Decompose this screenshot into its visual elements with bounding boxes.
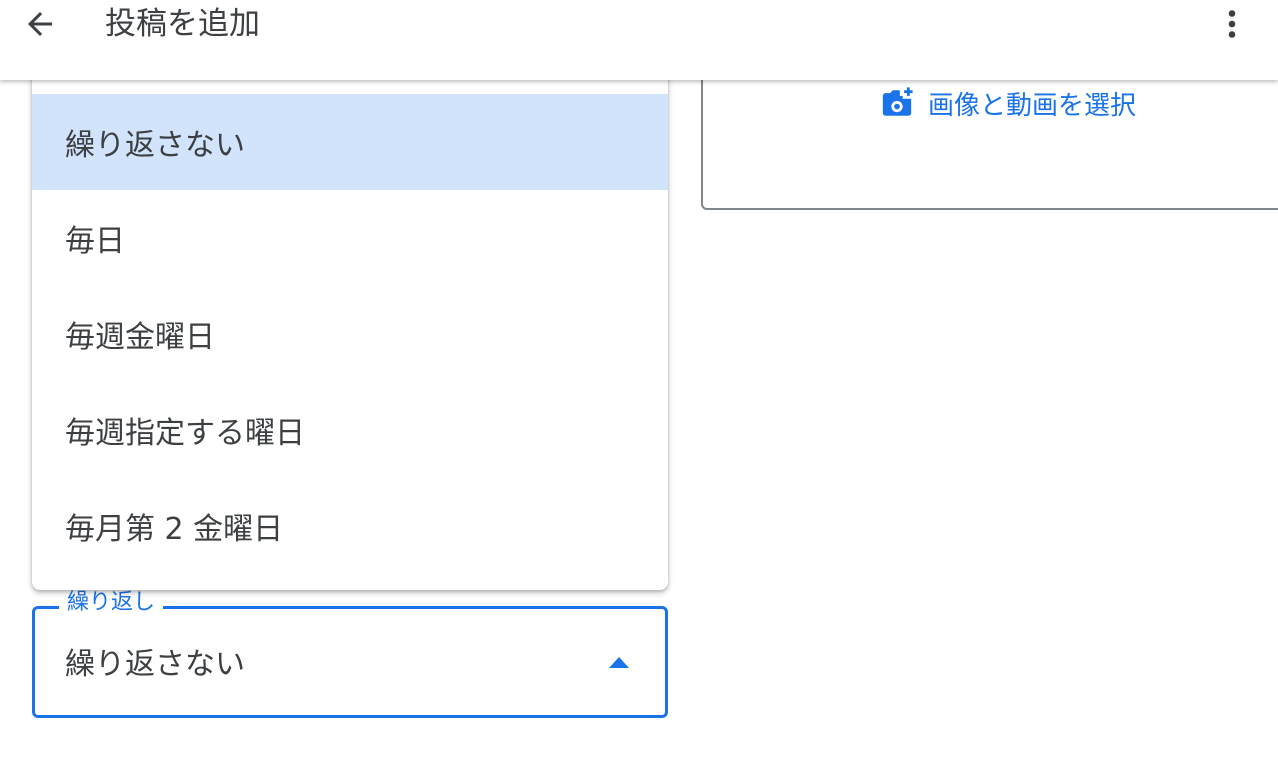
option-weekly-friday[interactable]: 毎週金曜日 [32,286,668,382]
more-vert-icon [1214,4,1250,44]
app-bar: 投稿を追加 [0,0,1278,80]
media-upload-card [701,60,1278,210]
repeat-dropdown-menu: 繰り返さない 毎日 毎週金曜日 毎週指定する曜日 毎月第 2 金曜日 [32,70,668,590]
page: 投稿を追加 画像と動画を選択 繰り返さない 毎日 毎週金曜日 毎週指定する曜日 … [0,0,1278,770]
option-no-repeat[interactable]: 繰り返さない [32,94,668,190]
repeat-select[interactable]: 繰り返し 繰り返さない [32,589,668,718]
repeat-select-value: 繰り返さない [65,647,245,682]
select-media-label: 画像と動画を選択 [928,90,1137,121]
select-media-button[interactable]: 画像と動画を選択 [880,84,1136,122]
caret-up-icon [609,657,629,668]
option-weekly-custom-days[interactable]: 毎週指定する曜日 [32,382,668,478]
add-photo-icon [880,86,914,120]
option-daily[interactable]: 毎日 [32,190,668,286]
repeat-options-list: 繰り返さない 毎日 毎週金曜日 毎週指定する曜日 毎月第 2 金曜日 [32,94,668,574]
page-title: 投稿を追加 [105,6,260,42]
repeat-select-label: 繰り返し [59,589,164,617]
back-button[interactable] [14,2,66,46]
more-options-button[interactable] [1208,0,1256,48]
arrow-back-icon [22,6,58,42]
option-monthly-second-friday[interactable]: 毎月第 2 金曜日 [32,478,668,574]
